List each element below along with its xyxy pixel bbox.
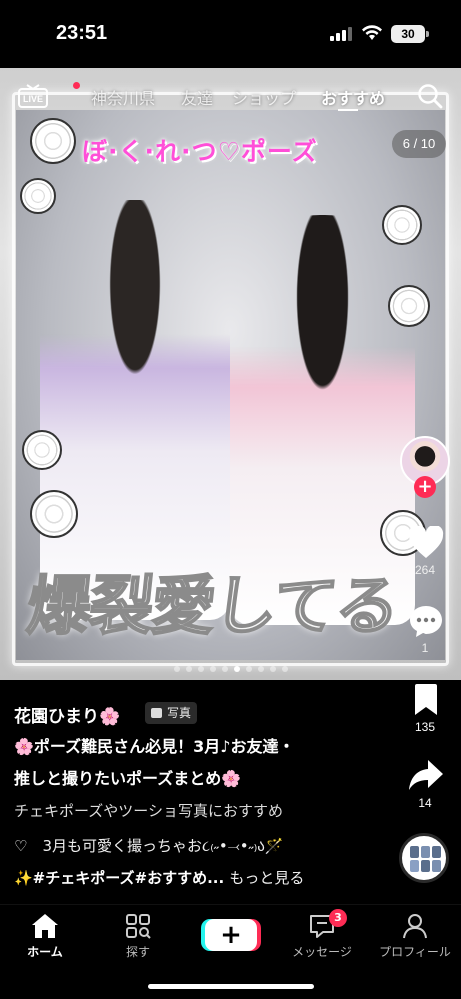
carousel-dot [209,666,216,672]
share-count: 14 [418,796,432,810]
active-tab-underline [338,109,358,111]
carousel-dot [257,666,264,672]
tab-friends[interactable]: 友達 [181,85,213,109]
tab-shop[interactable]: ショップ [232,85,296,109]
tab-local[interactable]: 神奈川県 [91,85,155,109]
save-count: 135 [414,720,436,734]
post-body-line: ♡ 3月も可愛く撮っちゃお૮₍˶•⤙•˶₎ა🪄 [14,837,284,855]
carousel-dot [197,666,204,672]
comment-count: 1 [421,641,429,655]
carousel-dot [185,666,192,672]
nav-messages[interactable]: メッセージ [277,913,367,960]
like-count: 264 [414,563,436,577]
follow-button[interactable]: + [414,476,436,498]
live-notification-dot [73,82,80,89]
overlay-caption: 爆裂愛してる [22,568,402,645]
top-nav: LIVE 神奈川県 友達 ショップ おすすめ [0,80,461,114]
create-button[interactable]: + [205,919,257,951]
home-icon [32,914,58,938]
profile-icon [403,914,427,939]
comment-icon[interactable] [408,603,444,639]
heart-icon[interactable] [408,526,444,560]
carousel-dot [269,666,276,672]
svg-text:LIVE: LIVE [23,94,43,104]
post-subtitle: チェキポーズやツーショ写真におすすめ [14,802,283,820]
hashtag-line: ✨#チェキポーズ#おすすめ... もっと見る [14,867,304,888]
carousel-dots [0,666,461,672]
carousel-dot [245,666,252,672]
home-indicator [148,984,314,989]
battery-tip [426,31,429,37]
post-title-line1: 🌸ポーズ難民さん必見！3月♪お友達・ [14,737,295,756]
post-title-line2: 推しと撮りたいポーズまとめ🌸 [14,769,242,788]
search-icon[interactable] [417,83,443,109]
photo-badge-label: 写真 [167,706,192,720]
page-counter: 6 / 10 [392,130,446,158]
see-more-link[interactable]: もっと見る [229,869,304,887]
music-disc[interactable] [399,833,449,883]
status-time: 23:51 [56,22,108,44]
signal-icon [330,27,352,41]
share-icon[interactable] [408,759,444,791]
photo-badge: 写真 [145,702,198,724]
carousel-dot-active [233,666,240,672]
hashtags[interactable]: ✨#チェキポーズ#おすすめ... [14,869,224,887]
carousel-dot [221,666,228,672]
author-name[interactable]: 花園ひまり🌸 [14,702,120,727]
live-icon[interactable]: LIVE [18,84,48,108]
status-bar: 23:51 30 [0,0,461,68]
tab-for-you[interactable]: おすすめ [321,85,385,109]
nav-profile[interactable]: プロフィール [370,913,460,960]
battery-indicator: 30 [391,25,425,43]
messages-badge: 3 [329,909,347,927]
bookmark-icon[interactable] [412,683,440,717]
overlay-title: ぼ·く·れ·つ♡ポーズ [82,137,318,166]
nav-home[interactable]: ホーム [0,913,90,960]
nav-profile-label: プロフィール [379,945,451,959]
nav-discover[interactable]: 探す [93,913,183,960]
carousel-dot [281,666,288,672]
carousel-dot [173,666,180,672]
grid-search-icon [126,914,151,939]
nav-discover-label: 探す [125,945,150,959]
nav-home-label: ホーム [27,945,63,959]
nav-messages-label: メッセージ [292,945,352,959]
photo-mode-icon [151,708,162,718]
wifi-icon [362,25,382,40]
